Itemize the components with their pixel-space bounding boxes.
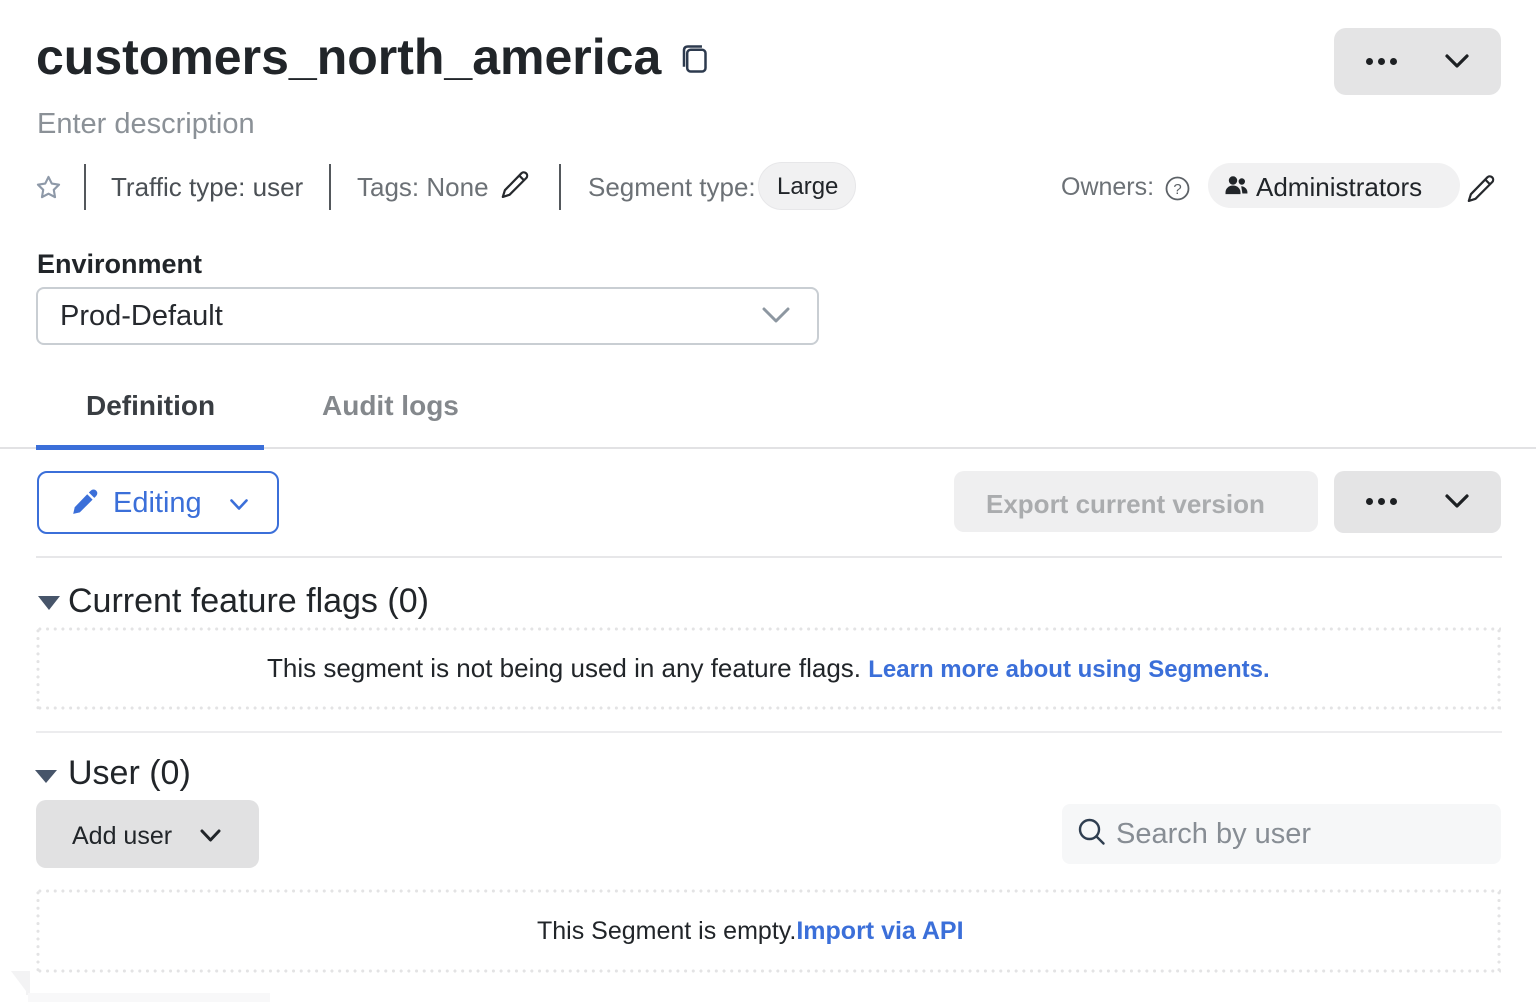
svg-text:?: ? [1173, 181, 1181, 198]
